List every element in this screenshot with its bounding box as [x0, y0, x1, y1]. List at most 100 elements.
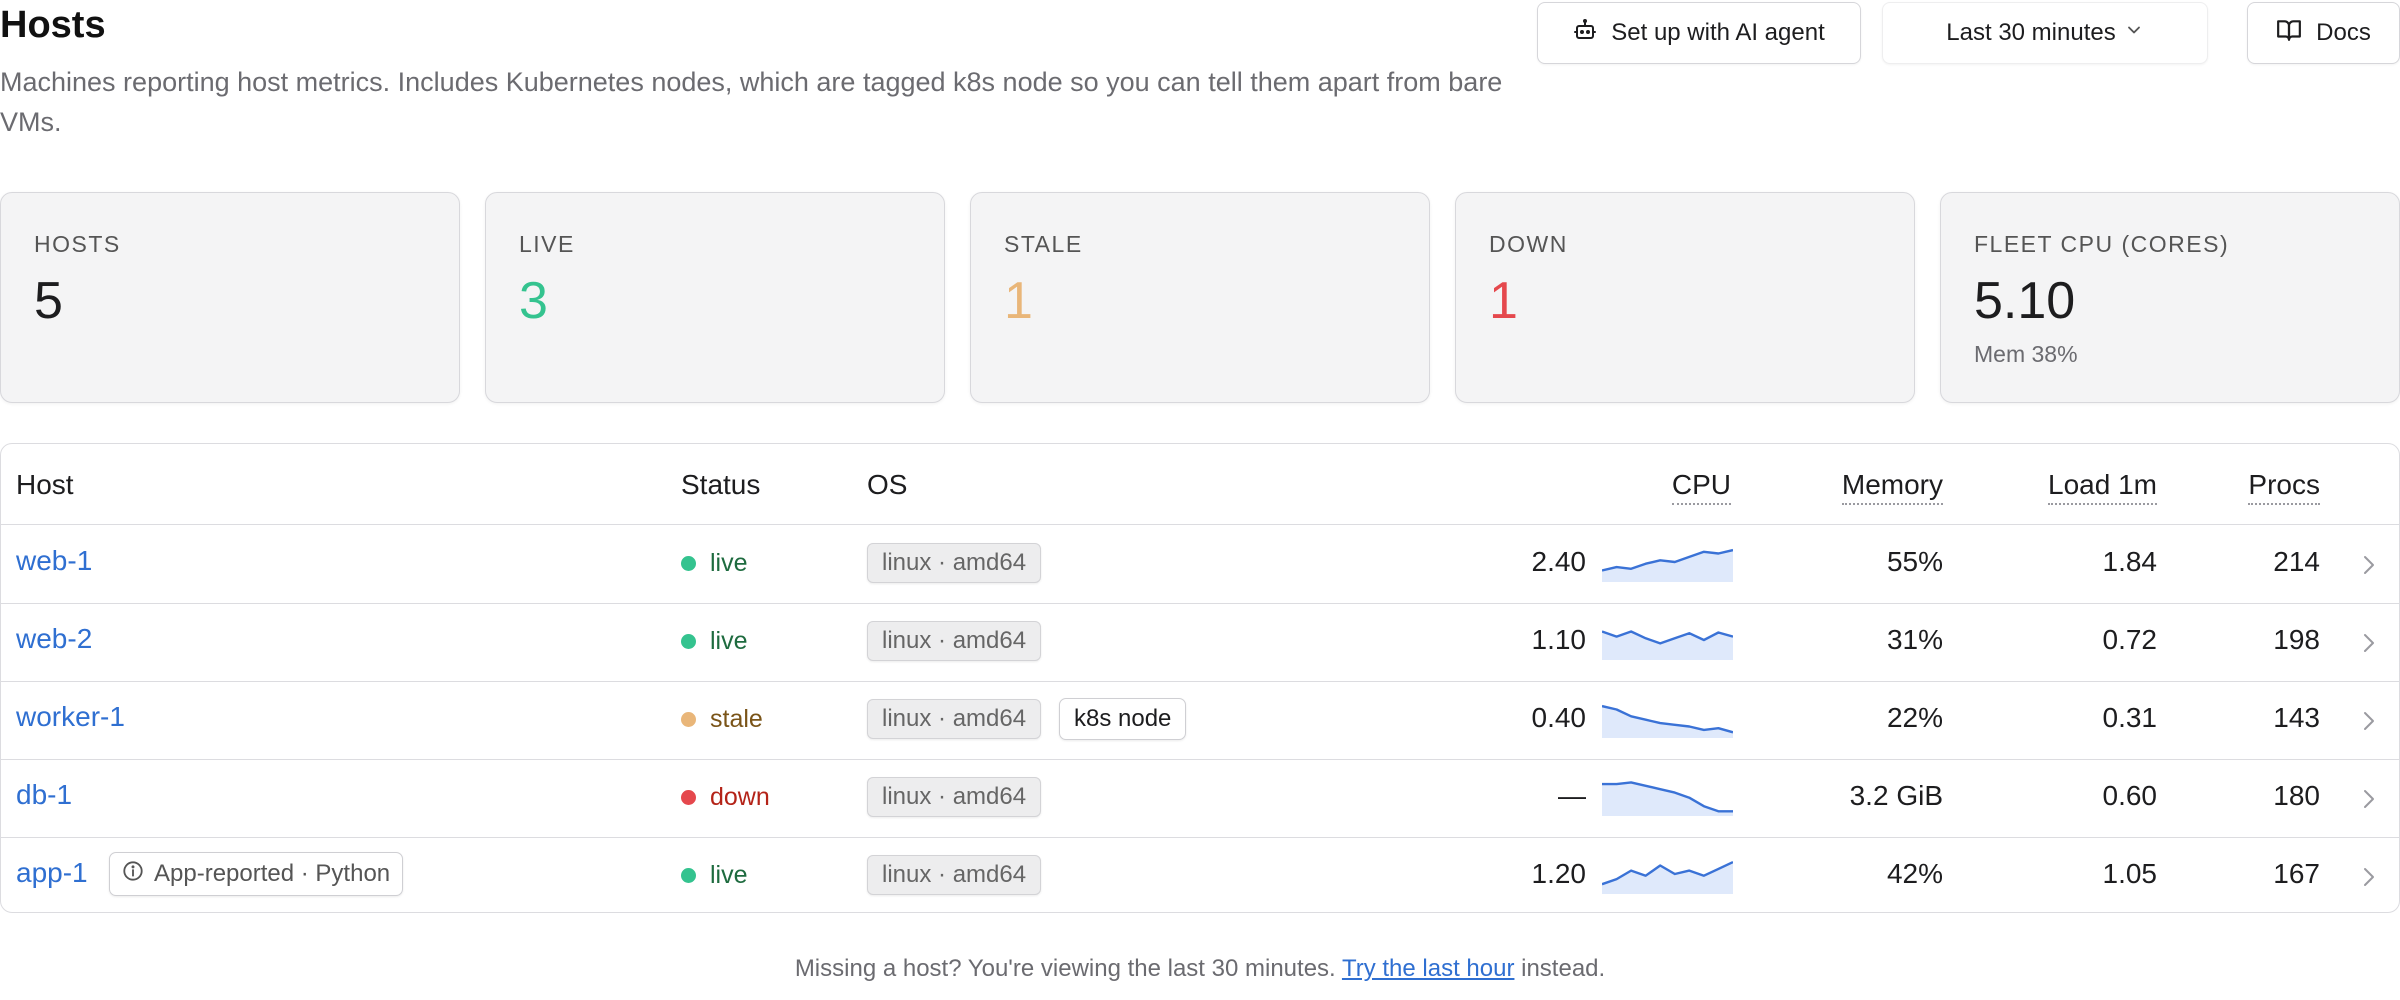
- stat-value: 5: [34, 272, 63, 330]
- cpu-value: 1.20: [1531, 858, 1587, 889]
- column-header-host[interactable]: Host: [16, 469, 74, 501]
- page-subtitle: Machines reporting host metrics. Include…: [0, 67, 1503, 137]
- cpu-sparkline: [1602, 781, 1733, 816]
- hint-suffix: instead.: [1521, 955, 1606, 982]
- docs-button[interactable]: Docs: [2247, 2, 2400, 64]
- stat-label: STALE: [1004, 231, 1083, 257]
- status-dot: [681, 556, 696, 571]
- load-value: 1.84: [2102, 546, 2158, 577]
- host-link[interactable]: web-2: [16, 623, 92, 655]
- host-link[interactable]: web-1: [16, 545, 92, 577]
- missing-host-hint: Missing a host? You're viewing the last …: [0, 955, 2400, 983]
- status-label: stale: [710, 705, 763, 733]
- os-chip: linux · amd64: [867, 855, 1042, 895]
- load-value: 0.72: [2102, 624, 2158, 655]
- stat-label: FLEET CPU (CORES): [1974, 231, 2230, 257]
- column-header-cpu[interactable]: CPU: [1671, 469, 1731, 505]
- hosts-page: Hosts Machines reporting host metrics. I…: [0, 0, 2400, 1000]
- load-value: 1.05: [2102, 858, 2158, 889]
- time-range-select[interactable]: Last 30 minutes: [1882, 2, 2208, 64]
- sparkline-area: [1602, 550, 1733, 582]
- procs-value: 167: [2273, 858, 2320, 889]
- cpu-sparkline: [1602, 861, 1733, 894]
- status-indicator: down: [681, 783, 770, 812]
- cpu-sparkline: [1602, 630, 1733, 660]
- memory-value: 42%: [1886, 858, 1943, 889]
- column-header-os[interactable]: OS: [867, 469, 907, 501]
- cpu-sparkline: [1602, 704, 1733, 738]
- table-header: Host Status OS CPU Memory Load 1m Procs: [1, 444, 2399, 525]
- procs-value: 180: [2273, 780, 2320, 811]
- memory-value: 22%: [1886, 702, 1943, 733]
- cpu-value: 1.10: [1531, 624, 1587, 655]
- status-indicator: live: [681, 549, 748, 578]
- load-value: 0.60: [2102, 780, 2158, 811]
- stat-card-fleet-cpu: FLEET CPU (CORES) 5.10 Mem 38%: [1940, 192, 2400, 403]
- chevron-right-icon[interactable]: [2359, 553, 2379, 582]
- chevron-right-icon[interactable]: [2359, 709, 2379, 738]
- status-indicator: live: [681, 627, 748, 656]
- stat-value: 1: [1489, 272, 1518, 330]
- table-row[interactable]: web-2 live linux · amd64 1.10 31% 0.72 1…: [1, 603, 2399, 682]
- stat-value: 5.10: [1974, 272, 2076, 330]
- chevron-right-icon[interactable]: [2359, 865, 2379, 894]
- column-header-load[interactable]: Load 1m: [2048, 469, 2157, 505]
- stat-subvalue: Mem 38%: [1974, 341, 2078, 367]
- sparkline-area: [1602, 862, 1733, 894]
- try-last-hour-link[interactable]: Try the last hour: [1342, 955, 1515, 982]
- status-label: live: [710, 549, 748, 577]
- cpu-value: 2.40: [1531, 546, 1587, 577]
- table-row[interactable]: db-1 down linux · amd64 — 3.2 GiB 0.60 1…: [1, 759, 2399, 838]
- sparkline-area: [1602, 782, 1733, 816]
- procs-value: 143: [2273, 702, 2320, 733]
- status-label: live: [710, 861, 748, 889]
- cpu-sparkline: [1602, 548, 1733, 582]
- table-row[interactable]: app-1 App-reported · Python live linux ·…: [1, 837, 2399, 915]
- hosts-table: Host Status OS CPU Memory Load 1m Procs …: [0, 443, 2400, 913]
- stat-card-hosts: HOSTS 5: [0, 192, 460, 403]
- memory-value: 31%: [1886, 624, 1943, 655]
- chevron-right-icon[interactable]: [2359, 631, 2379, 660]
- cpu-value: 0.40: [1531, 702, 1587, 733]
- stat-value: 1: [1004, 272, 1033, 330]
- k8s-node-tag: k8s node: [1059, 698, 1187, 740]
- robot-icon: [1573, 18, 1611, 49]
- stat-label: HOSTS: [34, 231, 121, 257]
- cpu-value: —: [1558, 780, 1586, 811]
- status-dot: [681, 712, 696, 727]
- memory-value: 3.2 GiB: [1849, 780, 1943, 811]
- time-range-label: Last 30 minutes: [1946, 19, 2116, 46]
- page-title: Hosts: [0, 4, 106, 46]
- docs-label: Docs: [2316, 19, 2371, 46]
- chevron-right-icon[interactable]: [2359, 787, 2379, 816]
- stat-label: DOWN: [1489, 231, 1568, 257]
- setup-ai-agent-button[interactable]: Set up with AI agent: [1537, 2, 1861, 64]
- stat-card-live: LIVE 3: [485, 192, 945, 403]
- memory-value: 55%: [1886, 546, 1943, 577]
- status-label: live: [710, 627, 748, 655]
- column-header-procs[interactable]: Procs: [2248, 469, 2320, 505]
- table-row[interactable]: worker-1 stale linux · amd64 k8s node 0.…: [1, 681, 2399, 760]
- setup-ai-agent-label: Set up with AI agent: [1611, 19, 1825, 46]
- stat-card-down: DOWN 1: [1455, 192, 1915, 403]
- os-chip: linux · amd64: [867, 777, 1042, 817]
- host-link[interactable]: app-1: [16, 857, 88, 889]
- column-header-status[interactable]: Status: [681, 469, 760, 501]
- procs-value: 198: [2273, 624, 2320, 655]
- load-value: 0.31: [2102, 702, 2158, 733]
- table-row[interactable]: web-1 live linux · amd64 2.40 55% 1.84 2…: [1, 525, 2399, 604]
- host-link[interactable]: worker-1: [16, 701, 125, 733]
- os-chip: linux · amd64: [867, 621, 1042, 661]
- hint-text: Missing a host? You're viewing the last …: [794, 955, 1336, 982]
- host-link[interactable]: db-1: [16, 779, 72, 811]
- column-header-memory[interactable]: Memory: [1841, 469, 1943, 505]
- status-dot: [681, 868, 696, 883]
- stat-label: LIVE: [519, 231, 575, 257]
- app-reported-badge: App-reported · Python: [109, 852, 404, 896]
- status-dot: [681, 634, 696, 649]
- book-icon: [2276, 17, 2316, 50]
- chevron-down-icon: [2116, 19, 2144, 47]
- status-indicator: live: [681, 861, 748, 890]
- os-chip: linux · amd64: [867, 699, 1042, 739]
- app-reported-label: App-reported · Python: [154, 860, 391, 887]
